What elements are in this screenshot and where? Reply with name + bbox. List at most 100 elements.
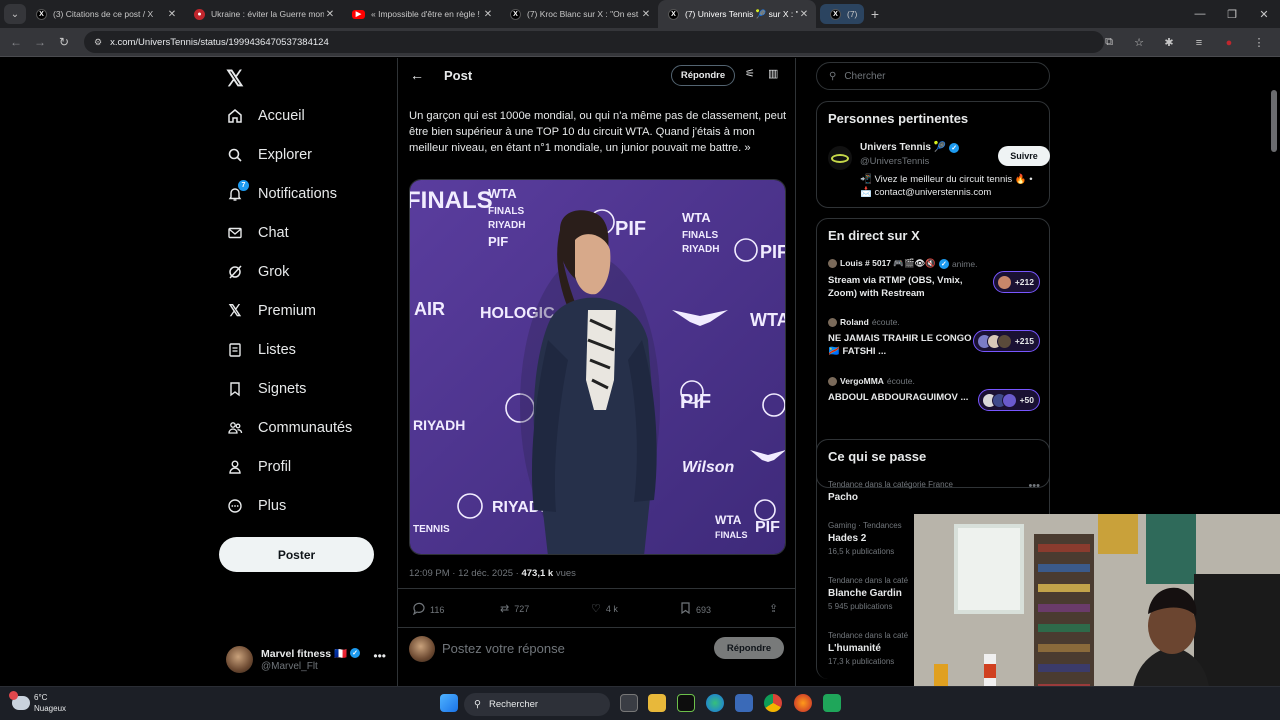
nav-lists[interactable]: Listes [226, 335, 296, 365]
nav-more[interactable]: Plus [226, 491, 286, 521]
bookmark-icon [226, 380, 244, 398]
address-bar[interactable]: ⚙ x.com/UniversTennis/status/19994364705… [84, 31, 1104, 53]
close-icon[interactable]: ✕ [482, 9, 494, 20]
like-action[interactable]: ♡ 4 k [591, 602, 618, 615]
logo-text: WTA [682, 210, 711, 225]
browser-tab-active[interactable]: X (7) Univers Tennis 🎾 sur X : "« ✕ [658, 0, 816, 28]
browser-tab[interactable]: ● Ukraine : éviter la Guerre mondi ✕ [184, 0, 342, 28]
listeners-pill: +215 [972, 330, 1040, 352]
x-icon: 𝕏 [228, 303, 242, 320]
nav-home[interactable]: Accueil [226, 101, 305, 131]
reply-header-button[interactable]: Répondre [671, 65, 735, 86]
logo-text: FINALS [682, 230, 718, 241]
reply-icon [412, 602, 425, 618]
taskbar-search[interactable]: ⚲ Rechercher [464, 693, 610, 716]
space-title: Stream via RTMP (OBS, Vmix, Zoom) with R… [828, 275, 963, 299]
search-input[interactable]: ⚲ Chercher [816, 62, 1050, 90]
nav-communities[interactable]: Communautés [226, 413, 352, 443]
profile-icon[interactable]: ● [1214, 37, 1244, 49]
account-name: Marvel fitness 🇫🇷 [261, 647, 348, 660]
store-icon[interactable] [735, 694, 753, 712]
reload-icon[interactable]: ↻ [52, 35, 76, 49]
scrollbar-thumb[interactable] [1271, 90, 1277, 152]
mail-icon [226, 224, 244, 242]
minimize-icon[interactable]: — [1184, 8, 1216, 20]
reply-submit-button[interactable]: Répondre [714, 637, 784, 659]
nav-explore[interactable]: Explorer [226, 140, 312, 170]
browser-tab[interactable]: X (7) R [820, 4, 864, 24]
x-logo-icon[interactable]: 𝕏 [226, 66, 244, 92]
live-space-item[interactable]: Louis # 5017 🎮🎬👁🔇 ✓ anime. Stream via RT… [828, 258, 1040, 308]
extensions-icon[interactable]: ✱ [1154, 36, 1184, 49]
more-dots-icon[interactable]: ••• [373, 649, 386, 663]
account-switcher[interactable]: Marvel fitness 🇫🇷 ✓ @Marvel_Flt ••• [226, 643, 386, 675]
relevant-people-card: Personnes pertinentes Univers Tennis 🎾 ✓… [816, 101, 1050, 208]
firefox-icon[interactable] [794, 694, 812, 712]
more-dots-icon[interactable]: ••• [1028, 480, 1040, 492]
x-icon: X [510, 8, 521, 20]
bookmark-action[interactable]: 693 [680, 602, 711, 617]
star-icon[interactable]: ☆ [1124, 36, 1154, 49]
person-name: Univers Tennis 🎾 [860, 142, 947, 153]
bookmark-icon [680, 602, 691, 617]
post-button[interactable]: Poster [219, 537, 374, 572]
close-icon[interactable]: ✕ [798, 9, 810, 20]
follow-button[interactable]: Suivre [998, 146, 1050, 166]
install-app-icon[interactable]: ⧉ [1094, 36, 1124, 49]
close-window-icon[interactable]: ✕ [1248, 8, 1280, 21]
communities-icon [226, 419, 244, 437]
avatar [409, 636, 435, 662]
close-icon[interactable]: ✕ [324, 9, 336, 20]
weather-widget[interactable]: 6°C Nuageux [9, 691, 66, 714]
trend-context: Tendance dans la catégorie France [828, 480, 953, 489]
avatar [828, 317, 837, 327]
close-icon[interactable]: ✕ [640, 9, 652, 20]
verified-badge-icon: ✓ [949, 142, 960, 153]
media-icon[interactable]: ≡ [1184, 37, 1214, 49]
app-icon[interactable] [823, 694, 841, 712]
nav-bookmarks[interactable]: Signets [226, 374, 306, 404]
back-arrow-icon[interactable]: ← [410, 67, 424, 83]
maximize-icon[interactable]: ❐ [1216, 8, 1248, 21]
repost-count: 727 [514, 603, 530, 614]
menu-icon[interactable]: ⋮ [1244, 36, 1274, 49]
trend-item[interactable]: Tendance dans la catégorie France Pacho … [828, 480, 1040, 503]
site-info-icon[interactable]: ⚙ [94, 37, 102, 48]
live-space-item[interactable]: VergoMMA écoute. ABDOUL ABDOURAGUIMOV ..… [828, 376, 1040, 426]
browser-tab[interactable]: ▶ « Impossible d'être en règle ! » ✕ [342, 0, 500, 28]
nav-profile[interactable]: Profil [226, 452, 291, 482]
edge-icon[interactable] [706, 694, 724, 712]
nav-notifications[interactable]: 7 Notifications [226, 179, 337, 209]
browser-tab[interactable]: X (3) Citations de ce post / X ✕ [26, 0, 184, 28]
filter-icon[interactable]: ⚟ [745, 67, 755, 80]
live-space-item[interactable]: Roland écoute. NE JAMAIS TRAHIR LE CONGO… [828, 317, 1040, 367]
browser-tab[interactable]: X (7) Kroc Blanc sur X : "On est vi ✕ [500, 0, 658, 28]
person-handle: @UniversTennis [860, 156, 930, 167]
nav-chat[interactable]: Chat [226, 218, 289, 248]
chrome-icon[interactable] [764, 694, 782, 712]
new-tab-button[interactable]: + [864, 6, 886, 22]
forward-icon[interactable]: → [28, 35, 52, 49]
task-view-icon[interactable] [620, 694, 638, 712]
file-explorer-icon[interactable] [648, 694, 666, 712]
close-icon[interactable]: ✕ [166, 9, 178, 20]
logo-text: RIYADH [488, 220, 525, 231]
share-action[interactable]: ⇪ [769, 602, 778, 615]
windows-start-icon[interactable] [440, 694, 458, 712]
nvidia-icon[interactable] [677, 694, 695, 712]
nav-grok[interactable]: Grok [226, 257, 289, 287]
like-count: 4 k [605, 603, 618, 614]
browser-toolbar: ← → ↻ ⚙ x.com/UniversTennis/status/19994… [0, 28, 1280, 57]
reply-action[interactable]: 116 [412, 602, 444, 618]
reader-view-icon[interactable]: ▥ [768, 67, 778, 80]
reply-input[interactable]: Postez votre réponse [442, 641, 565, 656]
tab-search-button[interactable]: ⌄ [4, 4, 26, 24]
avatar [226, 645, 253, 673]
back-icon[interactable]: ← [4, 35, 28, 49]
host-activity: écoute. [871, 317, 900, 327]
post-image[interactable]: FINALS WTA FINALS RIYADH PIF PIF WTA FIN… [409, 179, 786, 555]
nav-premium[interactable]: 𝕏 Premium [226, 296, 316, 326]
repost-action[interactable]: ⇄ 727 [500, 602, 529, 615]
logo-text: PIF [755, 519, 780, 536]
url-text: x.com/UniversTennis/status/1999436470537… [110, 36, 329, 48]
